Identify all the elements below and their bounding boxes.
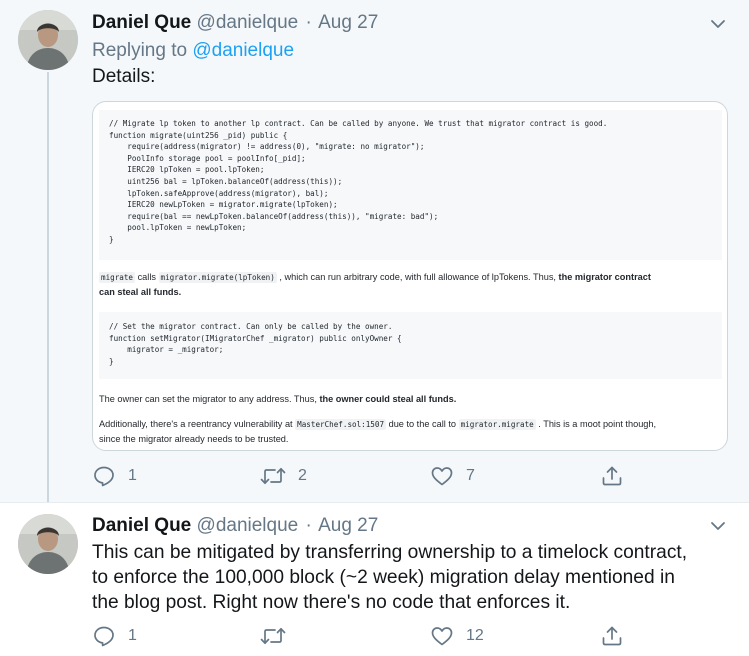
reply-button[interactable]: 1 (92, 464, 137, 488)
like-button[interactable]: 12 (430, 624, 484, 648)
like-count: 7 (466, 467, 475, 484)
share-icon (602, 626, 622, 646)
user-handle[interactable]: @danielque (197, 515, 299, 536)
avatar[interactable] (18, 10, 78, 70)
code-line: require(address(migrator) != address(0),… (109, 142, 425, 152)
code-block-set-migrator: // Set the migrator contract. Can only b… (99, 312, 722, 379)
inline-code: migrate (99, 272, 136, 283)
tweet-text-line: This can be mitigated by transferring ow… (92, 542, 688, 563)
tweet-date[interactable]: Aug 27 (318, 515, 378, 536)
text-span: Additionally, there's a reentrancy vulne… (99, 419, 296, 429)
tweet-text: Details: (92, 66, 156, 87)
share-button[interactable] (600, 464, 624, 488)
inline-code: migrator.migrate (458, 419, 536, 430)
like-icon (431, 627, 453, 646)
reply-count: 1 (128, 627, 137, 644)
chevron-down-icon[interactable] (709, 517, 727, 535)
reply-count: 1 (128, 467, 137, 484)
display-name[interactable]: Daniel Que (92, 515, 191, 536)
code-line: IERC20 lpToken = pool.lpToken; (109, 165, 265, 175)
inline-code: migrator.migrate(lpToken) (158, 272, 277, 283)
reply-button[interactable]: 1 (92, 624, 137, 648)
bold-text: the migrator contract (558, 272, 651, 282)
separator-dot: · (305, 515, 312, 536)
thread-connector (47, 72, 49, 502)
like-button[interactable]: 7 (430, 464, 475, 488)
tweet-text: This can be mitigated by transferring ow… (92, 540, 742, 615)
tweet-header: Daniel Que @danielque · Aug 27 (92, 515, 378, 537)
code-line: function setMigrator(IMigratorChef _migr… (109, 333, 402, 343)
mention-link[interactable]: @danielque (192, 40, 294, 61)
code-line: pool.lpToken = newLpToken; (109, 223, 247, 233)
tweet-text-line: to enforce the 100,000 block (~2 week) m… (92, 567, 675, 588)
share-button[interactable] (600, 624, 624, 648)
tweet-header: Daniel Que @danielque · Aug 27 (92, 12, 378, 34)
code-line: migrator = _migrator; (109, 345, 224, 355)
retweet-button[interactable]: 2 (260, 464, 307, 488)
user-handle[interactable]: @danielque (197, 12, 299, 33)
inline-code: MasterChef.sol:1507 (295, 419, 387, 430)
retweet-button[interactable] (260, 624, 298, 648)
text-span: , which can run arbitrary code, with ful… (276, 272, 559, 282)
avatar[interactable] (18, 514, 78, 574)
code-line: // Migrate lp token to another lp contra… (109, 119, 608, 128)
bold-text: can steal all funds. (99, 287, 182, 297)
reply-icon (94, 466, 114, 487)
tweet-text-line: the blog post. Right now there's no code… (92, 592, 571, 613)
tweet-date[interactable]: Aug 27 (318, 12, 378, 33)
code-line: uint256 bal = lpToken.balanceOf(address(… (109, 176, 343, 186)
code-line: function migrate(uint256 _pid) public { (109, 130, 288, 140)
image-paragraph-1: migrate calls migrator.migrate(lpToken) … (99, 270, 723, 300)
text-span: calls (135, 272, 159, 282)
reply-icon (94, 626, 114, 647)
bold-text: the owner could steal all funds. (319, 394, 457, 404)
tweet-1[interactable]: Daniel Que @danielque · Aug 27 Replying … (0, 0, 749, 502)
like-count: 12 (466, 627, 484, 644)
code-block-migrate: // Migrate lp token to another lp contra… (99, 110, 722, 260)
text-span: The owner can set the migrator to any ad… (99, 394, 320, 404)
code-line: // Set the migrator contract. Can only b… (109, 322, 393, 331)
display-name[interactable]: Daniel Que (92, 12, 191, 33)
text-span: since the migrator already needs to be t… (99, 434, 289, 444)
code-line: PoolInfo storage pool = poolInfo[_pid]; (109, 153, 306, 163)
code-line: } (109, 234, 114, 244)
code-line: require(bal == newLpToken.balanceOf(addr… (109, 211, 439, 221)
code-line: lpToken.safeApprove(address(migrator), b… (109, 188, 329, 198)
retweet-count: 2 (298, 467, 307, 484)
replying-to: Replying to @danielque (92, 40, 294, 62)
share-icon (602, 466, 622, 486)
retweet-icon (260, 627, 286, 645)
code-line: } (109, 356, 114, 366)
code-line: IERC20 newLpToken = migrator.migrate(lpT… (109, 200, 338, 210)
retweet-icon (260, 467, 286, 485)
replying-to-label: Replying to (92, 40, 188, 61)
image-paragraph-2: The owner can set the migrator to any ad… (99, 392, 723, 407)
separator-dot: · (305, 12, 312, 33)
like-icon (431, 467, 453, 486)
text-span: . This is a moot point though, (535, 419, 657, 429)
chevron-down-icon[interactable] (709, 15, 727, 33)
tweet-image[interactable]: // Migrate lp token to another lp contra… (92, 101, 728, 451)
text-span: due to the call to (386, 419, 459, 429)
image-paragraph-3: Additionally, there's a reentrancy vulne… (99, 417, 723, 447)
